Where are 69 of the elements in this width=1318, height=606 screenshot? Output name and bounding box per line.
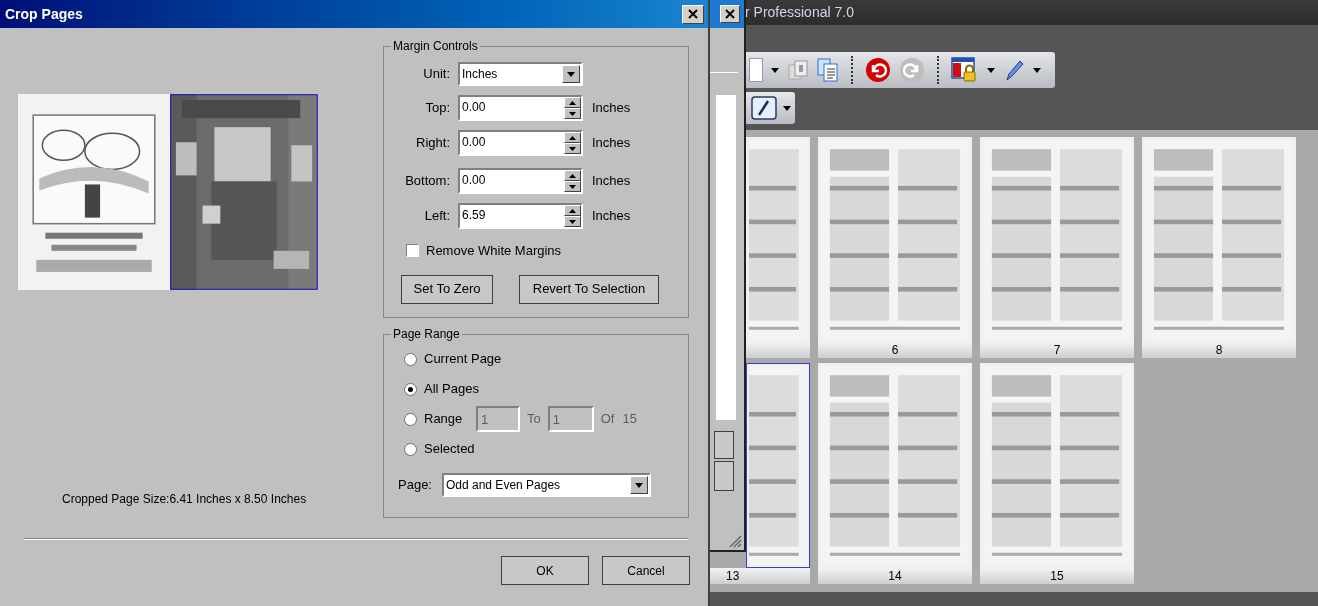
margin-field[interactable]: 6.59 (458, 203, 583, 229)
radio-label: Selected (424, 440, 476, 459)
page-count: 15 (622, 410, 637, 429)
page-number: 8 (1215, 344, 1223, 356)
radio-button[interactable] (404, 412, 417, 426)
spin-buttons[interactable] (564, 97, 581, 119)
close-icon (688, 9, 698, 19)
dialog-button[interactable]: Cancel (602, 556, 690, 585)
locked-document-icon[interactable] (951, 57, 979, 83)
spin-buttons[interactable] (564, 205, 581, 227)
partial-button[interactable] (714, 431, 734, 459)
range-to-label: To (527, 410, 541, 429)
range-of-label: Of (600, 410, 615, 429)
partial-button[interactable] (749, 58, 763, 82)
page-number: 14 (888, 570, 902, 582)
field-label: Left: (423, 207, 451, 226)
dialog-button[interactable]: Set To Zero (401, 274, 493, 304)
dropdown-arrow-icon (783, 105, 791, 111)
dialog-button[interactable]: OK (501, 556, 589, 585)
unit-label: Inches (592, 172, 631, 191)
window-title: r Professional 7.0 (745, 3, 854, 22)
unit-select[interactable]: Inches (458, 62, 583, 86)
dropdown-arrow-icon (635, 482, 643, 488)
pen-box-icon[interactable] (751, 96, 777, 120)
close-button[interactable] (720, 5, 740, 23)
group-legend: Page Range (391, 328, 462, 340)
dropdown-arrow-icon (567, 71, 575, 77)
margin-field[interactable]: 0.00 (458, 130, 583, 156)
dropdown-button[interactable] (562, 65, 580, 83)
radio-label: Current Page (424, 350, 502, 369)
close-button[interactable] (682, 4, 704, 24)
dropdown-arrow-icon (987, 67, 995, 73)
resize-grip-icon[interactable] (728, 534, 742, 548)
field-label: Right: (415, 134, 451, 153)
radio-button[interactable] (404, 352, 417, 366)
page-number: 15 (1050, 570, 1064, 582)
margin-field[interactable]: 0.00 (458, 95, 583, 121)
dropdown-button[interactable] (630, 476, 648, 494)
field-label: Top: (424, 99, 451, 118)
checkbox-label: Remove White Margins (426, 242, 562, 260)
unit-label: Inches (592, 99, 631, 118)
unit-label: Inches (592, 134, 631, 153)
partial-button[interactable] (714, 461, 734, 491)
page-size-caption: Cropped Page Size:6.41 Inches x 8.50 Inches (62, 491, 308, 508)
spin-buttons[interactable] (564, 170, 581, 192)
group-legend: Margin Controls (391, 40, 480, 52)
field-label: Bottom: (404, 172, 451, 191)
page-number: 13 (726, 570, 740, 582)
checkbox[interactable] (406, 244, 419, 258)
radio-button[interactable] (404, 382, 417, 396)
dialog-button[interactable]: Revert To Selection (519, 274, 659, 304)
page-select[interactable]: Odd and Even Pages (442, 473, 651, 497)
page-number: 6 (891, 344, 899, 356)
dropdown-arrow-icon (771, 67, 779, 73)
radio-label: Range (424, 410, 464, 429)
spin-buttons[interactable] (564, 132, 581, 154)
dropdown-arrow-icon (1033, 67, 1041, 73)
unit-label: Inches (592, 207, 631, 226)
radio-label: All Pages (424, 380, 479, 399)
margin-field[interactable]: 0.00 (458, 168, 583, 194)
field-label: Page: (398, 476, 433, 495)
field-label: Unit: (422, 65, 451, 84)
page-number: 7 (1053, 344, 1061, 356)
radio-button[interactable] (404, 442, 417, 456)
copy-document-icon[interactable] (817, 58, 839, 82)
pen-icon[interactable] (1003, 58, 1025, 82)
undo-icon[interactable] (865, 57, 891, 83)
dialog-title: Crop Pages (5, 4, 83, 24)
close-icon (725, 9, 735, 19)
